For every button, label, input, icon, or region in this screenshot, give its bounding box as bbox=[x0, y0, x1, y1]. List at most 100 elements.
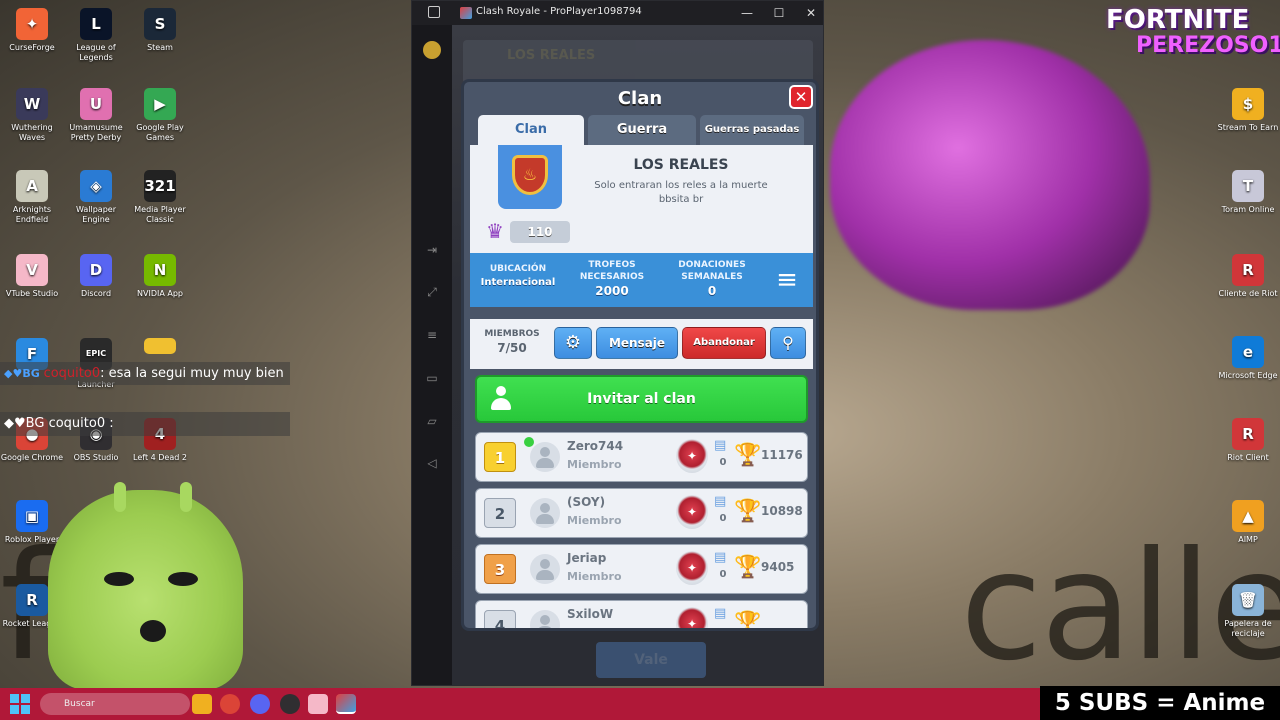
arena-badge-icon: ✦ bbox=[676, 495, 708, 529]
desktop-icon[interactable]: R Riot Client bbox=[1216, 418, 1280, 463]
member-rank: 4 bbox=[484, 610, 516, 628]
desktop-icon[interactable]: ▶ Google Play Games bbox=[128, 88, 192, 143]
desktop-icon[interactable]: ▲ AIMP bbox=[1216, 500, 1280, 545]
tab-clan[interactable]: Clan bbox=[478, 115, 584, 145]
desktop-icon-label: Toram Online bbox=[1221, 205, 1275, 214]
keyboard-icon[interactable]: ▭ bbox=[425, 371, 439, 385]
search-button[interactable]: ⚲ bbox=[770, 327, 806, 359]
desktop-icon-label: Google Chrome bbox=[0, 453, 64, 462]
app-icon: T bbox=[1232, 170, 1264, 202]
desktop-icon[interactable]: ✦ CurseForge bbox=[0, 8, 64, 53]
desktop-icon[interactable]: ▣ Roblox Player bbox=[0, 500, 64, 545]
desktop-icon-label: League of Legends bbox=[76, 43, 116, 62]
members-toolbar: MIEMBROS 7/50 ⚙ Mensaje Abandonar ⚲ bbox=[470, 319, 813, 369]
clan-name: LOS REALES bbox=[633, 157, 729, 173]
invite-to-clan-button[interactable]: Invitar al clan bbox=[475, 375, 808, 423]
chat-text: : esa la segui muy muy bien bbox=[100, 366, 284, 381]
sidebar-toggle-icon[interactable] bbox=[428, 6, 440, 18]
profile-avatar[interactable] bbox=[423, 41, 441, 59]
member-row[interactable]: 4 SxiloW ✦ ▤ 🏆 bbox=[475, 600, 808, 631]
desktop-icon-label: Discord bbox=[80, 289, 112, 298]
windows-start-icon[interactable] bbox=[10, 694, 30, 714]
fullscreen-icon[interactable]: ⤢ bbox=[425, 285, 439, 299]
wallpaper-purple-hat bbox=[830, 40, 1150, 310]
arena-badge-icon: ✦ bbox=[676, 607, 708, 628]
desktop-icon[interactable]: R Cliente de Riot bbox=[1216, 254, 1280, 299]
app-icon: 🗑 bbox=[1232, 584, 1264, 616]
desktop-icon[interactable]: e Microsoft Edge bbox=[1216, 336, 1280, 381]
desktop-icon-label: Google Play Games bbox=[136, 123, 184, 142]
app-icon: ▣ bbox=[16, 500, 48, 532]
clash-royale-taskbar-icon[interactable] bbox=[336, 694, 356, 714]
app-icon: N bbox=[144, 254, 176, 286]
member-row[interactable]: 1 Zero744 Miembro ✦ ▤ 0 🏆 11176 bbox=[475, 432, 808, 482]
stat-value: Internacional bbox=[480, 277, 556, 288]
chat-username: coquito0 bbox=[48, 416, 106, 431]
desktop-icon-label: Riot Client bbox=[1227, 453, 1269, 462]
trophy-cup-icon: 🏆 bbox=[734, 611, 762, 631]
desktop-icon[interactable]: N NVIDIA App bbox=[128, 254, 192, 299]
desktop-icon[interactable]: U Umamusume Pretty Derby bbox=[64, 88, 128, 143]
member-avatar-icon bbox=[530, 554, 560, 584]
taskbar-search[interactable]: Buscar bbox=[40, 693, 190, 715]
clan-stats-bar: UBICACIÓN Internacional TROFEOS NECESARI… bbox=[470, 253, 813, 307]
message-button[interactable]: Mensaje bbox=[596, 327, 678, 359]
desktop-icon[interactable]: S Steam bbox=[128, 8, 192, 53]
cards-donated-icon: ▤ bbox=[714, 494, 727, 509]
discord-icon[interactable] bbox=[250, 694, 270, 714]
close-panel-button[interactable]: ✕ bbox=[789, 85, 813, 109]
member-name: (SOY) bbox=[567, 495, 606, 509]
mascot-eye bbox=[168, 572, 198, 586]
desktop-icon-partial-2[interactable] bbox=[128, 338, 192, 357]
members-label: MIEMBROS bbox=[484, 329, 540, 339]
app-icon: ▶ bbox=[144, 88, 176, 120]
desktop-icon-label: Arknights Endfield bbox=[12, 205, 52, 224]
fortnite-title: FORTNITE bbox=[1106, 5, 1250, 35]
member-avatar-icon bbox=[530, 498, 560, 528]
leave-clan-button[interactable]: Abandonar bbox=[682, 327, 766, 359]
clan-settings-button[interactable]: ⚙ bbox=[554, 327, 592, 359]
app-icon: R bbox=[16, 584, 48, 616]
desktop-icon[interactable]: T Toram Online bbox=[1216, 170, 1280, 215]
trophy-cup-icon: 🏆 bbox=[734, 555, 762, 580]
desktop-icon[interactable]: 321 Media Player Classic bbox=[128, 170, 192, 225]
stat-weekly-donations: DONACIONES SEMANALES 0 bbox=[666, 259, 758, 299]
panel-title: Clan bbox=[617, 88, 663, 109]
mascot-eye bbox=[104, 572, 134, 586]
desktop-icon[interactable]: L League of Legends bbox=[64, 8, 128, 63]
close-window-button[interactable]: ✕ bbox=[796, 3, 826, 23]
app-icon: W bbox=[16, 88, 48, 120]
ghost-clan-name: LOS REALES bbox=[507, 48, 596, 63]
tab-guerras-pasadas[interactable]: Guerras pasadas bbox=[700, 115, 804, 145]
fortnite-logo-overlay: FORTNITE PEREZOSO1 bbox=[1106, 5, 1280, 66]
vtube-studio-icon[interactable] bbox=[308, 694, 328, 714]
member-row[interactable]: 3 Jeriap Miembro ✦ ▤ 0 🏆 9405 bbox=[475, 544, 808, 594]
desktop-icon-label: Stream To Earn bbox=[1217, 123, 1279, 132]
desktop-icon[interactable]: W Wuthering Waves bbox=[0, 88, 64, 143]
members-value: 7/50 bbox=[497, 341, 527, 355]
stat-label: DONACIONES SEMANALES bbox=[678, 260, 746, 282]
file-explorer-icon[interactable] bbox=[192, 694, 212, 714]
desktop-icon[interactable]: V VTube Studio bbox=[0, 254, 64, 299]
clan-menu-icon[interactable]: ≡ bbox=[770, 265, 804, 295]
desktop-icon[interactable]: $ Stream To Earn bbox=[1216, 88, 1280, 133]
tag-icon[interactable]: ▱ bbox=[425, 414, 439, 428]
exit-icon[interactable]: ⇥ bbox=[425, 243, 439, 257]
emulator-sidebar: ⇥ ⤢ ≡ ▭ ▱ ◁ bbox=[412, 25, 452, 685]
obs-icon[interactable] bbox=[280, 694, 300, 714]
volume-icon[interactable]: ◁ bbox=[425, 456, 439, 470]
desktop-icon[interactable]: D Discord bbox=[64, 254, 128, 299]
desktop-icon[interactable]: ◈ Wallpaper Engine bbox=[64, 170, 128, 225]
chrome-icon[interactable] bbox=[220, 694, 240, 714]
tab-guerra[interactable]: Guerra bbox=[588, 115, 696, 145]
clan-panel: Clan ✕ Clan Guerra Guerras pasadas ♨ ♛ 1… bbox=[461, 79, 819, 631]
stat-label: UBICACIÓN bbox=[489, 264, 547, 274]
desktop-icon[interactable]: 🗑 Papelera de reciclaje bbox=[1216, 584, 1280, 639]
clan-badge-icon: ♨ bbox=[498, 145, 562, 209]
member-row[interactable]: 2 (SOY) Miembro ✦ ▤ 0 🏆 10898 bbox=[475, 488, 808, 538]
maximize-button[interactable]: ☐ bbox=[764, 3, 794, 23]
desktop-icon[interactable]: A Arknights Endfield bbox=[0, 170, 64, 225]
settings-sliders-icon[interactable]: ≡ bbox=[425, 328, 439, 342]
members-count: MIEMBROS 7/50 bbox=[480, 328, 544, 356]
minimize-button[interactable]: — bbox=[732, 3, 762, 23]
